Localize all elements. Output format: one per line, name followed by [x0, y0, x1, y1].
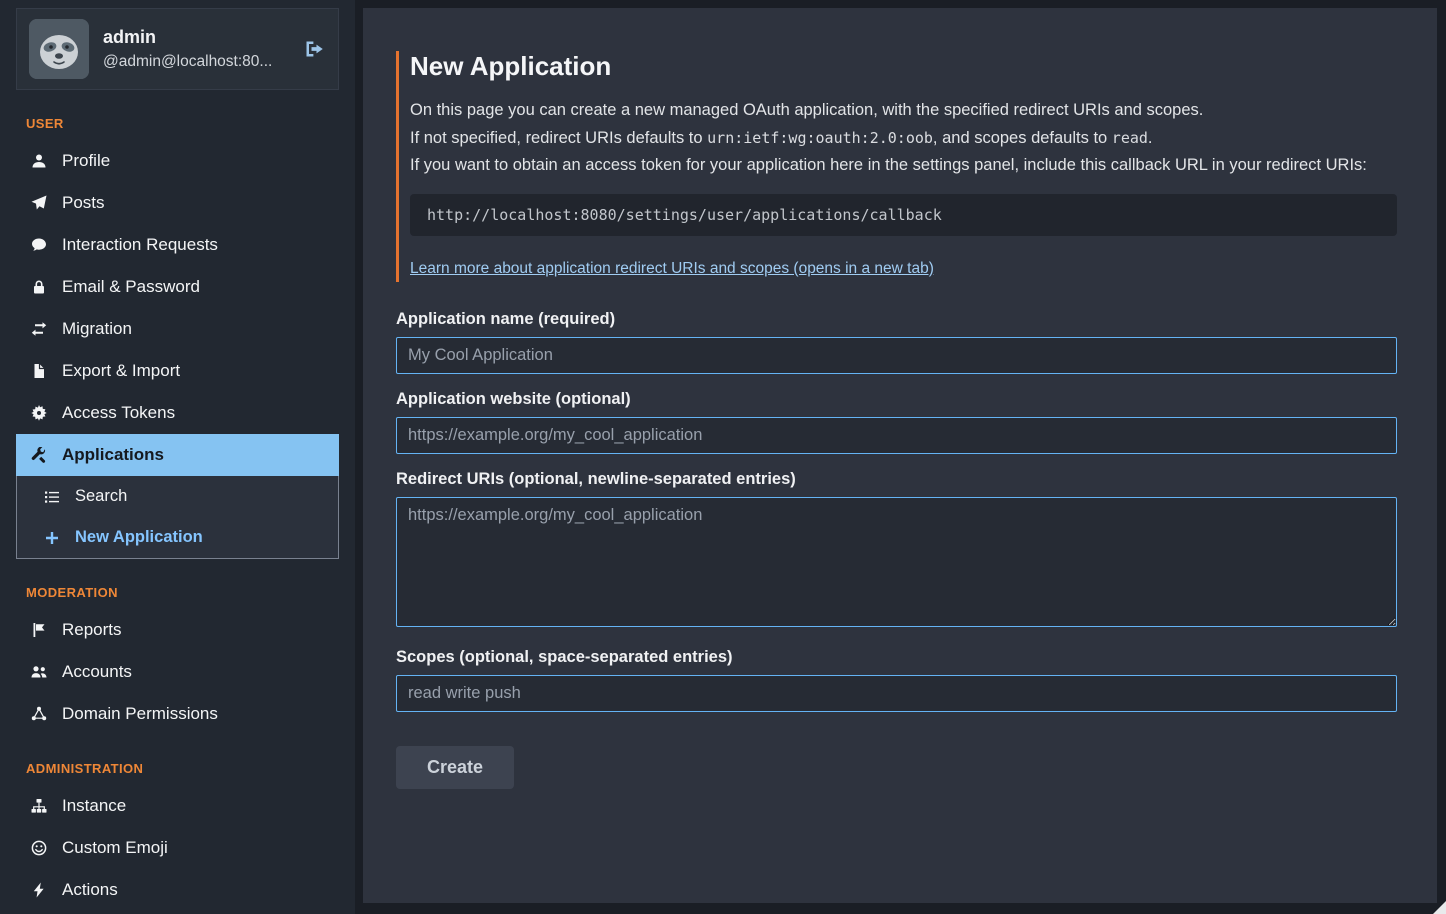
bolt-icon [30, 882, 47, 898]
paper-plane-icon [30, 195, 47, 211]
lock-icon [30, 279, 47, 295]
learn-more-link[interactable]: Learn more about application redirect UR… [410, 260, 934, 278]
scrollbar[interactable] [1437, 0, 1446, 914]
username: admin [103, 27, 288, 48]
sidebar-item-applications[interactable]: Applications [16, 434, 339, 476]
application-website-input[interactable] [396, 417, 1397, 454]
scopes-label: Scopes (optional, space-separated entrie… [396, 648, 1397, 667]
resize-grip-icon[interactable] [1433, 901, 1446, 914]
application-name-field: Application name (required) [396, 310, 1397, 374]
sidebar-item-label: Reports [62, 620, 122, 640]
sidebar-item-label: Export & Import [62, 361, 180, 381]
comment-icon [30, 237, 47, 253]
intro-line-3: If you want to obtain an access token fo… [410, 153, 1397, 178]
sidebar-item-instance[interactable]: Instance [16, 785, 339, 827]
sidebar-item-actions[interactable]: Actions [16, 869, 339, 911]
applications-submenu: Search New Application [17, 476, 338, 558]
sidebar: admin @admin@localhost:80... USER Profil… [0, 0, 355, 914]
sidebar-item-migration[interactable]: Migration [16, 308, 339, 350]
user-card[interactable]: admin @admin@localhost:80... [16, 8, 339, 90]
intro-line-1: On this page you can create a new manage… [410, 98, 1397, 123]
list-icon [43, 489, 60, 505]
sidebar-item-label: Domain Permissions [62, 704, 218, 724]
wrench-icon [30, 447, 47, 463]
sidebar-item-label: Custom Emoji [62, 838, 168, 858]
sitemap-icon [30, 798, 47, 814]
user-handle: @admin@localhost:80... [103, 53, 288, 71]
sidebar-item-accounts[interactable]: Accounts [16, 651, 339, 693]
users-icon [30, 664, 47, 680]
submenu-item-search[interactable]: Search [17, 476, 338, 517]
create-button[interactable]: Create [396, 746, 514, 789]
sidebar-item-domain-permissions[interactable]: Domain Permissions [16, 693, 339, 735]
sidebar-menu: USER Profile Posts Interaction Requests [16, 116, 339, 911]
redirect-uris-field: Redirect URIs (optional, newline-separat… [396, 470, 1397, 632]
sidebar-item-label: Applications [62, 445, 164, 465]
sidebar-item-label: Posts [62, 193, 105, 213]
application-name-input[interactable] [396, 337, 1397, 374]
file-icon [30, 363, 47, 379]
sidebar-item-interaction-requests[interactable]: Interaction Requests [16, 224, 339, 266]
settings-app: admin @admin@localhost:80... USER Profil… [0, 0, 1446, 914]
redirect-uris-textarea[interactable] [396, 497, 1397, 627]
sidebar-item-email-password[interactable]: Email & Password [16, 266, 339, 308]
sidebar-item-export-import[interactable]: Export & Import [16, 350, 339, 392]
logout-icon[interactable] [302, 37, 326, 61]
sidebar-item-reports[interactable]: Reports [16, 609, 339, 651]
sidebar-item-posts[interactable]: Posts [16, 182, 339, 224]
section-header-moderation: MODERATION [26, 585, 329, 600]
callback-url-code-block: http://localhost:8080/settings/user/appl… [410, 194, 1397, 236]
plus-icon [43, 530, 60, 546]
docs-section: New Application On this page you can cre… [396, 51, 1397, 282]
application-name-label: Application name (required) [396, 310, 1397, 329]
sidebar-item-label: Email & Password [62, 277, 200, 297]
page-title: New Application [410, 51, 1397, 82]
smiley-icon [30, 840, 47, 856]
main-area: New Application On this page you can cre… [355, 0, 1446, 914]
applications-group: Applications Search New Application [16, 434, 339, 559]
flag-icon [30, 622, 47, 638]
exchange-arrows-icon [30, 321, 47, 337]
scopes-field: Scopes (optional, space-separated entrie… [396, 648, 1397, 712]
content-panel: New Application On this page you can cre… [363, 8, 1437, 903]
sidebar-item-label: Profile [62, 151, 110, 171]
sidebar-item-label: Interaction Requests [62, 235, 218, 255]
inline-code-oob: urn:ietf:wg:oauth:2.0:oob [707, 129, 933, 147]
sidebar-item-access-tokens[interactable]: Access Tokens [16, 392, 339, 434]
submenu-item-label: New Application [75, 528, 203, 547]
application-website-field: Application website (optional) [396, 390, 1397, 454]
new-application-form: Application name (required) Application … [396, 310, 1397, 789]
inline-code-read: read [1112, 129, 1148, 147]
sidebar-item-label: Instance [62, 796, 126, 816]
avatar [29, 19, 89, 79]
application-website-label: Application website (optional) [396, 390, 1397, 409]
certificate-icon [30, 405, 47, 421]
section-header-administration: ADMINISTRATION [26, 761, 329, 776]
section-header-user: USER [26, 116, 329, 131]
intro-line-2: If not specified, redirect URIs defaults… [410, 126, 1397, 151]
submenu-item-new-application[interactable]: New Application [17, 517, 338, 558]
sidebar-item-label: Migration [62, 319, 132, 339]
submenu-item-label: Search [75, 487, 127, 506]
user-meta: admin @admin@localhost:80... [103, 27, 288, 71]
sidebar-item-label: Actions [62, 880, 118, 900]
sidebar-item-label: Access Tokens [62, 403, 175, 423]
user-icon [30, 153, 47, 169]
sidebar-item-label: Accounts [62, 662, 132, 682]
circle-nodes-icon [30, 706, 47, 722]
sidebar-item-profile[interactable]: Profile [16, 140, 339, 182]
redirect-uris-label: Redirect URIs (optional, newline-separat… [396, 470, 1397, 489]
sidebar-item-custom-emoji[interactable]: Custom Emoji [16, 827, 339, 869]
scopes-input[interactable] [396, 675, 1397, 712]
